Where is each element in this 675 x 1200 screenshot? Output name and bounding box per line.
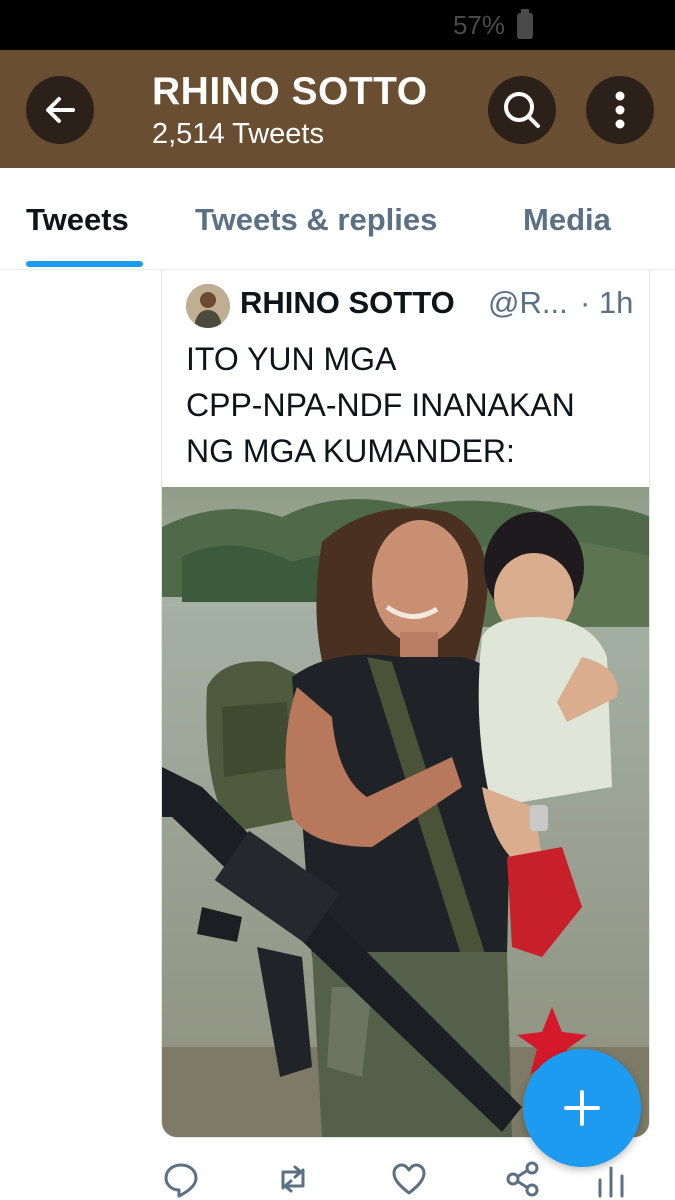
tab-tweets-and-replies[interactable]: Tweets & replies xyxy=(195,202,437,238)
profile-name: RHINO SOTTO xyxy=(152,70,428,113)
tweet-text-line: ITO YUN MGA xyxy=(186,341,397,377)
quoted-author-name: RHINO SOTTO xyxy=(240,285,455,320)
analytics-icon[interactable] xyxy=(592,1160,630,1198)
search-button[interactable] xyxy=(488,76,556,144)
status-bar: 57% xyxy=(0,0,675,50)
tweet-text-line: NG MGA KUMANDER: xyxy=(186,433,515,469)
share-icon[interactable] xyxy=(504,1160,542,1198)
battery-percentage: 57% xyxy=(452,10,505,40)
reply-icon[interactable] xyxy=(162,1160,200,1198)
quoted-tweet-text: ITO YUN MGA CPP-NPA-NDF INANAKAN NG MGA … xyxy=(186,336,636,474)
more-vertical-icon xyxy=(615,91,625,129)
tab-tweets[interactable]: Tweets xyxy=(26,202,129,238)
tweet-count: 2,514 Tweets xyxy=(152,118,324,150)
tweet-text-line: CPP-NPA-NDF INANAKAN xyxy=(186,387,575,423)
active-tab-indicator xyxy=(26,261,143,267)
arrow-left-icon xyxy=(46,97,75,123)
back-button[interactable] xyxy=(26,76,94,144)
tweet-actions-bar xyxy=(0,1150,675,1200)
like-icon[interactable] xyxy=(390,1160,428,1198)
profile-tabs: Tweets Tweets & replies Media xyxy=(0,168,675,270)
quoted-tweet-card[interactable]: RHINO SOTTO @R... · 1h ITO YUN MGA CPP-N… xyxy=(161,270,650,1138)
profile-header: RHINO SOTTO 2,514 Tweets xyxy=(0,50,675,168)
quoted-author-handle: @R... xyxy=(488,285,568,320)
battery-icon xyxy=(517,9,533,39)
tweet-photo[interactable] xyxy=(162,487,650,1138)
tab-media[interactable]: Media xyxy=(523,202,611,238)
search-icon xyxy=(504,92,540,128)
more-options-button[interactable] xyxy=(586,76,654,144)
plus-icon xyxy=(564,1090,600,1126)
avatar[interactable] xyxy=(186,284,230,328)
retweet-icon[interactable] xyxy=(274,1160,312,1198)
quoted-tweet-time: · 1h xyxy=(580,285,634,320)
